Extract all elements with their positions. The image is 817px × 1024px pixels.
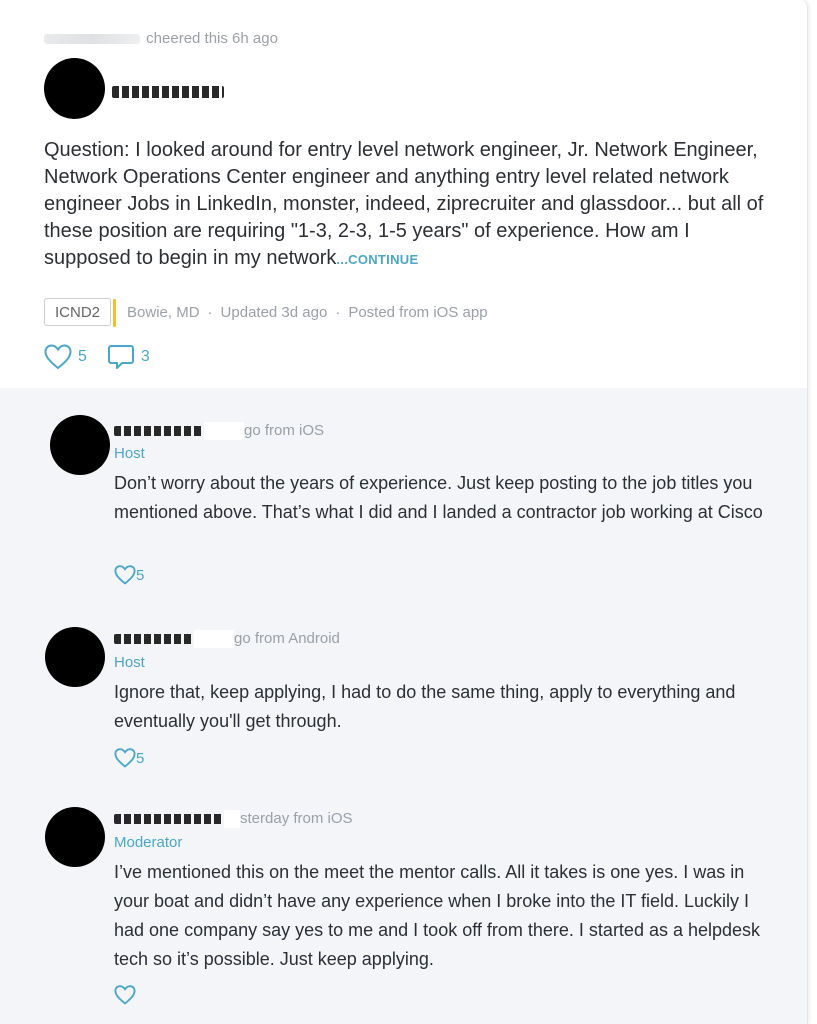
comment-button[interactable]: 3 <box>107 343 170 371</box>
topic-tag[interactable]: ICND2 <box>44 298 117 327</box>
comment-meta: go from iOS <box>114 422 325 441</box>
comment-text: Don’t worry about the years of experienc… <box>114 473 763 522</box>
continue-link[interactable]: ...CONTINUE <box>336 252 418 267</box>
comment-meta: sterday from iOS <box>114 810 353 829</box>
heart-icon <box>114 985 136 1005</box>
author-avatar[interactable] <box>44 58 105 119</box>
redaction-whiteout <box>204 422 244 441</box>
redaction-scribble <box>114 634 194 645</box>
comment-like-count: 5 <box>136 749 145 767</box>
post-meta: ICND2 Bowie, MD · Updated 3d ago · Poste… <box>44 297 488 327</box>
author-name-redacted[interactable] <box>112 80 224 103</box>
comment-timestamp: sterday from iOS <box>240 810 353 827</box>
post-updated: Updated 3d ago <box>220 303 328 321</box>
like-count: 5 <box>78 348 87 365</box>
post: cheered this 6h ago Question: I looked a… <box>0 0 807 388</box>
comment-like-button[interactable] <box>114 985 136 1005</box>
redaction-whiteout <box>194 630 234 649</box>
post-card: cheered this 6h ago Question: I looked a… <box>0 0 808 1024</box>
redaction-scribble <box>114 814 224 825</box>
commenter-role: Host <box>114 445 145 462</box>
comment-timestamp: go from Android <box>234 630 340 647</box>
heart-icon <box>114 565 136 585</box>
comment-bubble-icon <box>107 343 135 371</box>
comments-section: go from iOS Host Don’t worry about the y… <box>0 388 807 1024</box>
post-location: Bowie, MD <box>127 303 200 321</box>
commenter-avatar[interactable] <box>45 807 105 867</box>
commenter-avatar[interactable] <box>50 415 110 475</box>
redacted-cheerer-name <box>44 34 140 45</box>
commenter-role: Moderator <box>114 834 183 851</box>
comment-like-count: 5 <box>136 566 145 584</box>
post-source: Posted from iOS app <box>348 303 488 321</box>
comment-count: 3 <box>140 348 150 365</box>
redaction-scribble <box>114 426 204 437</box>
heart-icon <box>44 344 72 370</box>
redaction-scribble <box>112 86 224 98</box>
post-actions: 5 3 <box>44 343 170 371</box>
post-body-text: Question: I looked around for entry leve… <box>44 139 764 269</box>
comment-like-button[interactable]: 5 <box>114 565 144 585</box>
like-button[interactable]: 5 <box>44 344 107 370</box>
redaction-whiteout <box>224 810 240 829</box>
commenter-role: Host <box>114 654 145 671</box>
comment-text: I’ve mentioned this on the meet the ment… <box>114 862 761 969</box>
meta-separator: · <box>207 303 213 321</box>
topic-tag-label: ICND2 <box>55 303 101 321</box>
comment-timestamp: go from iOS <box>244 422 325 439</box>
commenter-avatar[interactable] <box>45 627 105 687</box>
heart-icon <box>114 748 136 768</box>
comment-like-button[interactable]: 5 <box>114 748 144 768</box>
comment-text: Ignore that, keep applying, I had to do … <box>114 682 736 731</box>
activity-line: cheered this 6h ago <box>44 30 278 47</box>
post-body: Question: I looked around for entry leve… <box>44 137 774 273</box>
activity-text: cheered this 6h ago <box>146 30 278 47</box>
meta-separator: · <box>335 303 341 321</box>
comment-meta: go from Android <box>114 630 340 649</box>
